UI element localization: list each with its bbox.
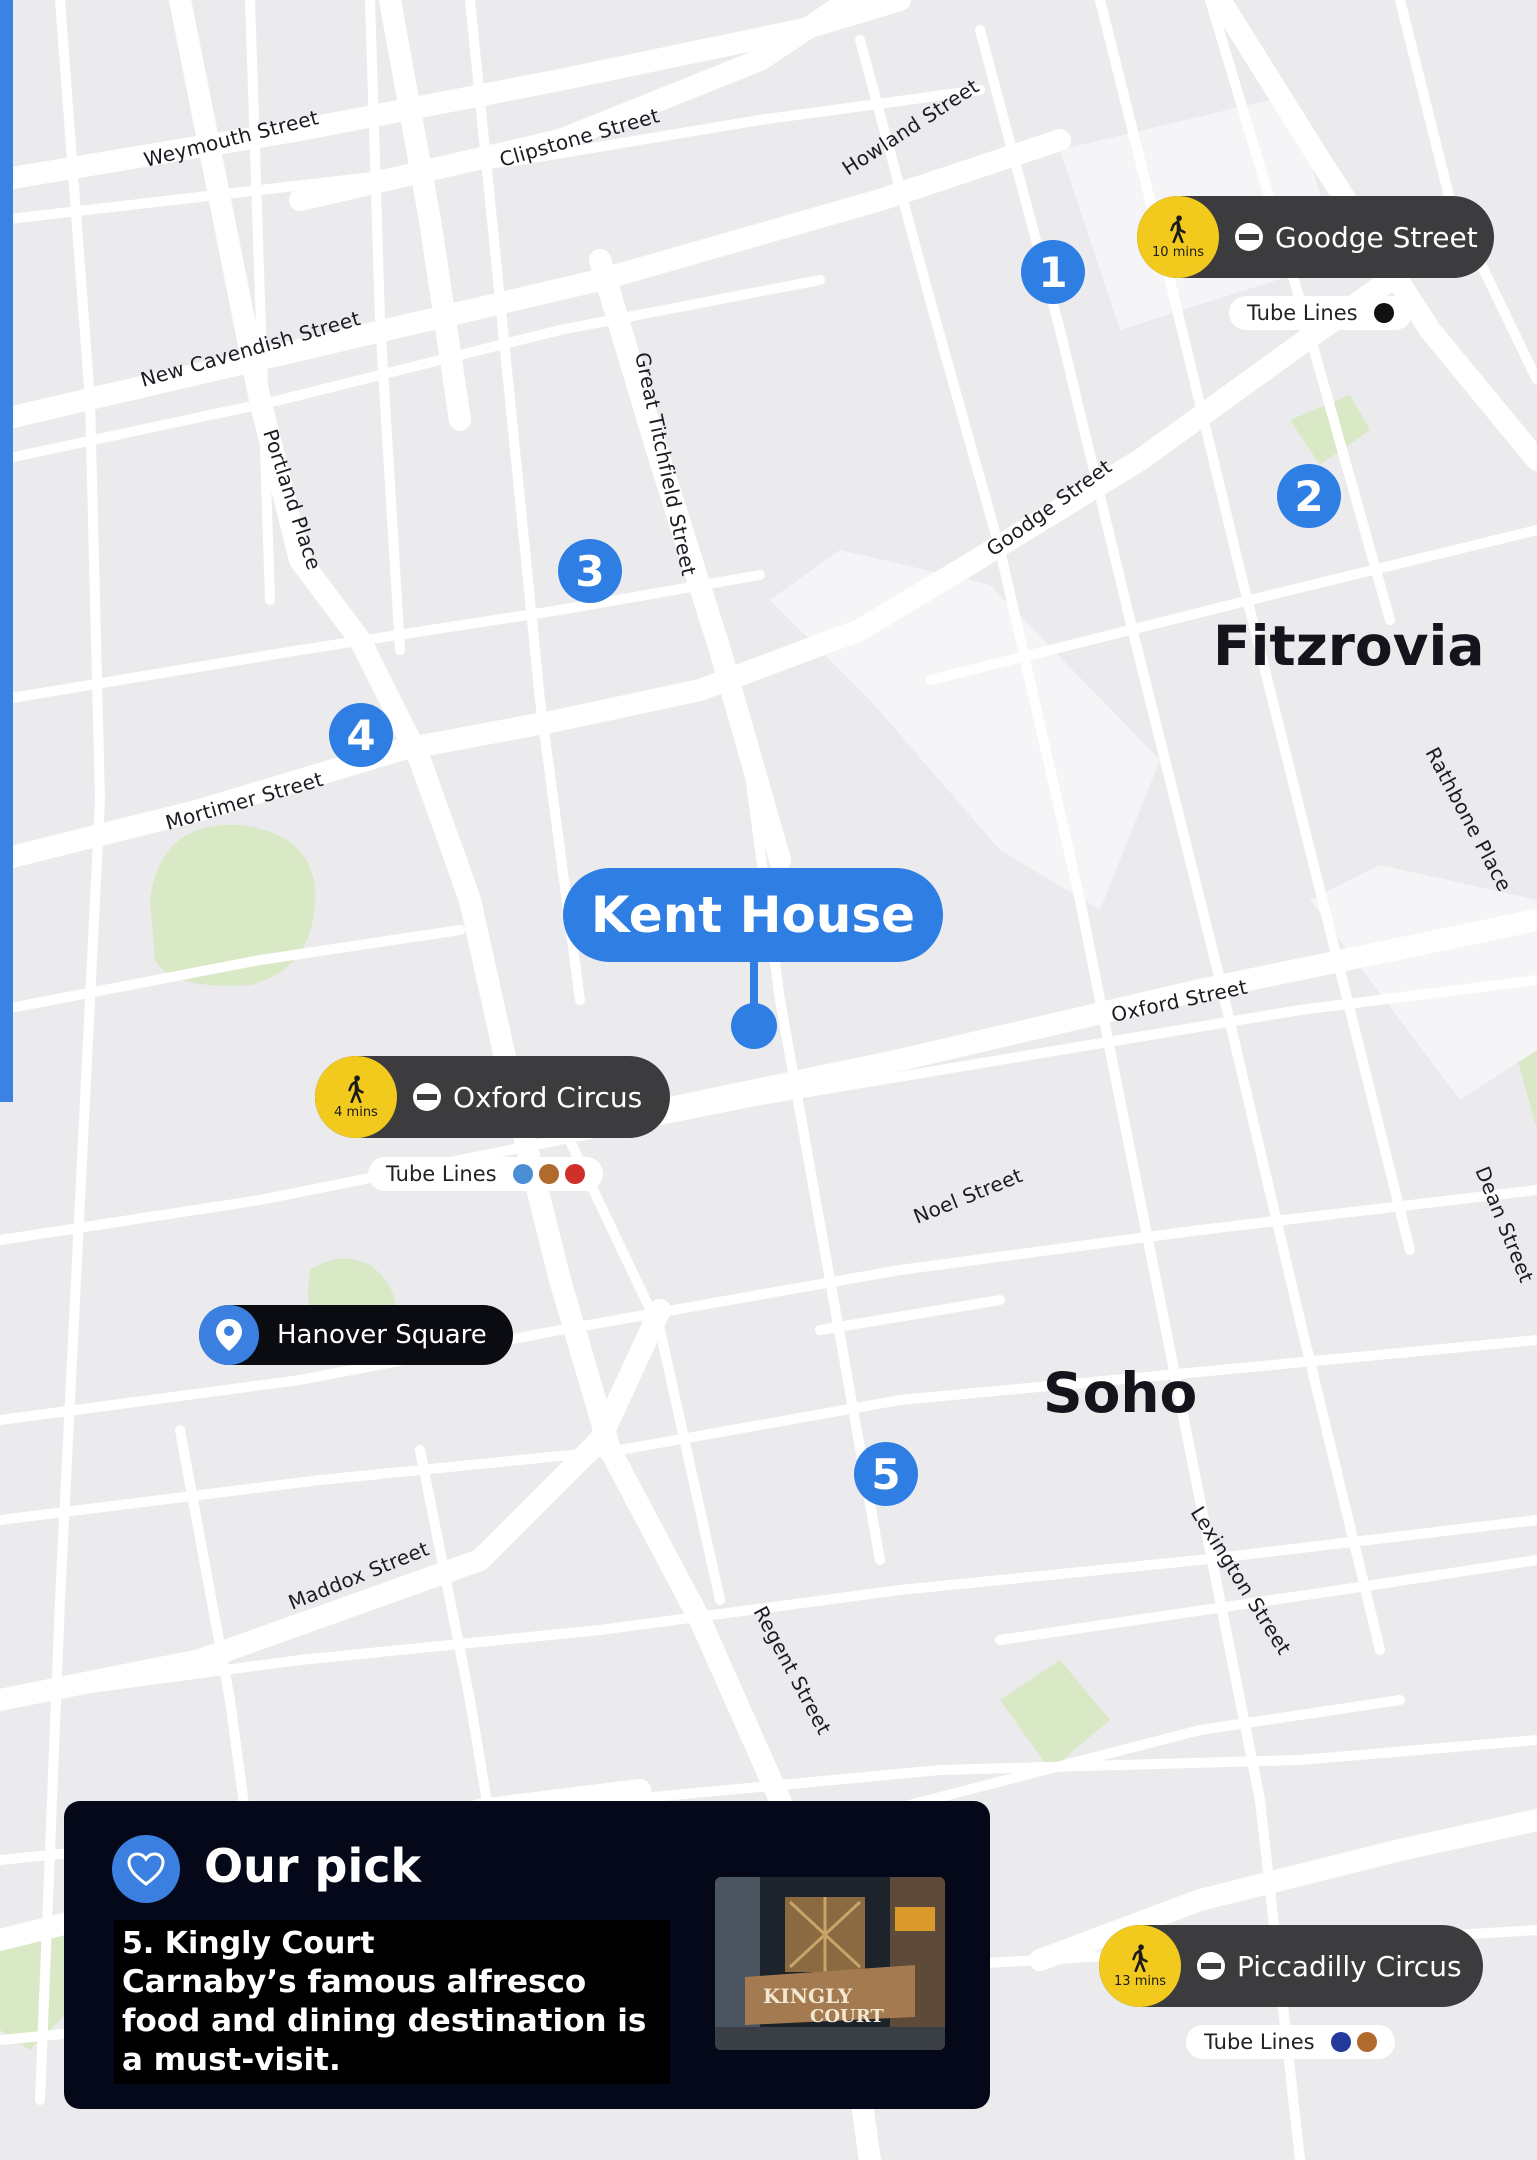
kingly-court-photo: KINGLY COURT xyxy=(715,1877,945,2050)
underground-roundel-icon xyxy=(1197,1952,1225,1980)
tube-lines-oxford: Tube Lines xyxy=(368,1157,603,1191)
tube-line-dots xyxy=(507,1164,585,1184)
our-pick-place-name: 5. Kingly Court xyxy=(122,1926,375,1961)
map-page: Weymouth Street Clipstone Street Howland… xyxy=(0,0,1537,2160)
walking-person-icon xyxy=(348,1074,364,1103)
svg-text:5: 5 xyxy=(871,1450,900,1499)
tube-lines-label: Tube Lines xyxy=(386,1162,497,1186)
destination-pin-dot xyxy=(731,1003,777,1049)
line-dot-victoria xyxy=(512,1164,533,1184)
tube-line-dots xyxy=(1368,303,1394,323)
walking-person-icon xyxy=(1132,1943,1148,1972)
station-name: Oxford Circus xyxy=(453,1080,643,1114)
station-oxford-circus[interactable]: 4 mins Oxford Circus xyxy=(315,1056,670,1138)
marker-2[interactable]: 2 xyxy=(1277,464,1341,528)
underground-roundel-icon xyxy=(1235,223,1263,251)
marker-4[interactable]: 4 xyxy=(329,703,393,767)
walking-person-icon xyxy=(1170,214,1186,243)
station-goodge-street[interactable]: 10 mins Goodge Street xyxy=(1137,196,1494,278)
walk-badge: 10 mins xyxy=(1137,196,1219,278)
station-name: Piccadilly Circus xyxy=(1237,1949,1462,1983)
our-pick-text: 5. Kingly Court Carnaby’s famous alfresc… xyxy=(114,1920,670,2084)
line-dot-northern xyxy=(1373,303,1394,323)
marker-3[interactable]: 3 xyxy=(558,539,622,603)
accent-bar xyxy=(0,0,13,1102)
line-dot-piccadilly xyxy=(1330,2032,1351,2052)
walk-time: 13 mins xyxy=(1114,1973,1166,1989)
destination-label[interactable]: Kent House xyxy=(563,868,943,962)
line-dot-bakerloo xyxy=(538,1164,559,1184)
photo-sign-court: COURT xyxy=(810,2006,884,2027)
our-pick-title: Our pick xyxy=(204,1839,422,1893)
svg-text:2: 2 xyxy=(1294,472,1323,521)
area-label-soho: Soho xyxy=(1043,1361,1197,1425)
heart-icon xyxy=(112,1835,180,1903)
station-name: Goodge Street xyxy=(1275,220,1478,254)
underground-roundel-icon xyxy=(413,1083,441,1111)
walk-time: 4 mins xyxy=(334,1104,378,1120)
line-dot-central xyxy=(564,1164,585,1184)
svg-text:1: 1 xyxy=(1038,248,1067,297)
tube-lines-goodge: Tube Lines xyxy=(1229,296,1412,330)
svg-text:3: 3 xyxy=(575,547,604,596)
station-piccadilly-circus[interactable]: 13 mins Piccadilly Circus xyxy=(1099,1925,1483,2007)
tube-lines-piccadilly: Tube Lines xyxy=(1186,2025,1395,2059)
tube-lines-label: Tube Lines xyxy=(1247,301,1358,325)
tube-lines-label: Tube Lines xyxy=(1204,2030,1315,2054)
our-pick-card[interactable]: Our pick 5. Kingly Court Carnaby’s famou… xyxy=(64,1801,990,2109)
marker-5[interactable]: 5 xyxy=(854,1442,918,1506)
area-label-fitzrovia: Fitzrovia xyxy=(1213,614,1484,678)
location-pin-icon xyxy=(199,1305,259,1365)
walk-badge: 4 mins xyxy=(315,1056,397,1138)
line-dot-bakerloo xyxy=(1356,2032,1377,2052)
walk-badge: 13 mins xyxy=(1099,1925,1181,2007)
photo-sign-kingly: KINGLY xyxy=(763,1984,853,2008)
our-pick-description: Carnaby’s famous alfresco food and dinin… xyxy=(122,1964,647,2078)
walk-time: 10 mins xyxy=(1152,244,1204,260)
place-name: Hanover Square xyxy=(277,1320,487,1350)
svg-text:4: 4 xyxy=(346,711,375,760)
marker-1[interactable]: 1 xyxy=(1021,240,1085,304)
place-hanover-square[interactable]: Hanover Square xyxy=(199,1305,513,1365)
tube-line-dots xyxy=(1325,2032,1377,2052)
